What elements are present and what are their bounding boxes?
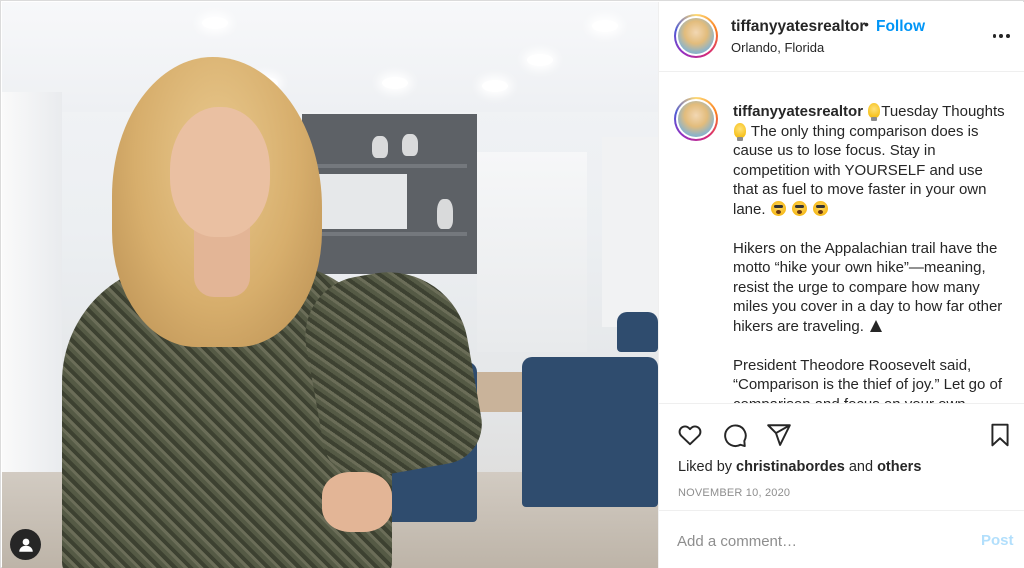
likes-middle: and: [844, 459, 878, 475]
light-bulb-icon: [868, 103, 881, 121]
more-options-icon[interactable]: [991, 26, 1011, 46]
comments-area[interactable]: tiffanyyatesrealtor Tuesday Thoughts The…: [659, 73, 1024, 403]
add-comment-section: Post: [659, 510, 1024, 568]
comment-icon[interactable]: [720, 420, 750, 450]
comment-input[interactable]: [677, 530, 957, 552]
ceiling-light: [482, 80, 508, 92]
post-comment-button[interactable]: Post: [981, 532, 1014, 549]
photo-ceiling: [2, 2, 658, 112]
caption-text: tiffanyyatesrealtor Tuesday Thoughts The…: [733, 102, 1005, 403]
ceiling-light: [202, 17, 228, 29]
header-separator: •: [864, 16, 869, 32]
user-tag-icon[interactable]: [10, 529, 41, 560]
ceiling-light: [592, 20, 618, 32]
heart-icon[interactable]: [675, 420, 705, 450]
photo-window-right: [477, 152, 587, 352]
post-dialog: tiffanyyatesrealtor • Follow Orlando, Fl…: [0, 0, 1024, 568]
caption-para2: Hikers on the Appalachian trail have the…: [733, 239, 1003, 335]
avatar: [678, 101, 714, 137]
avatar: [678, 18, 714, 54]
post-date[interactable]: NOVEMBER 10, 2020: [678, 487, 790, 499]
post-photo[interactable]: [2, 2, 658, 568]
caption-para1-b: The only thing comparison does is cause …: [733, 122, 987, 218]
photo-chair: [522, 357, 658, 507]
story-ring[interactable]: [674, 14, 718, 58]
photo-window-left: [2, 92, 62, 492]
astonished-face-icon: [791, 200, 807, 216]
post-header: tiffanyyatesrealtor • Follow Orlando, Fl…: [659, 2, 1024, 72]
likes-summary: Liked by christinabordes and others: [678, 459, 921, 475]
ceiling-light: [527, 54, 553, 66]
photo-neck: [194, 227, 250, 297]
mountain-icon: [870, 319, 883, 332]
post-actions: Liked by christinabordes and others NOVE…: [659, 403, 1024, 510]
follow-button[interactable]: Follow: [876, 18, 925, 36]
liked-by-user-link[interactable]: christinabordes: [736, 459, 845, 475]
caption-para1-a: Tuesday Thoughts: [881, 103, 1005, 120]
photo-cabinet: [302, 114, 477, 274]
header-username-link[interactable]: tiffanyyatesrealtor: [731, 18, 865, 36]
photo-hand: [322, 472, 392, 532]
caption-para3: President Theodore Roosevelt said, “Comp…: [733, 356, 1003, 404]
likes-prefix: Liked by: [678, 459, 737, 475]
photo-chair: [617, 312, 658, 352]
bookmark-icon[interactable]: [985, 420, 1015, 450]
user-tag-icon-glyph: [18, 538, 33, 552]
photo-window-far: [602, 137, 658, 327]
share-icon[interactable]: [764, 420, 794, 450]
caption-username-link[interactable]: tiffanyyatesrealtor: [733, 103, 863, 120]
likes-others-link[interactable]: others: [877, 459, 921, 475]
caption-story-ring[interactable]: [674, 97, 718, 141]
ceiling-light: [382, 77, 408, 89]
astonished-face-icon: [770, 200, 786, 216]
location-link[interactable]: Orlando, Florida: [731, 40, 824, 55]
light-bulb-icon: [734, 122, 746, 141]
post-side-panel: tiffanyyatesrealtor • Follow Orlando, Fl…: [658, 2, 1024, 568]
astonished-face-icon: [813, 200, 829, 216]
photo-arm: [295, 259, 489, 485]
photo-face: [170, 107, 270, 237]
